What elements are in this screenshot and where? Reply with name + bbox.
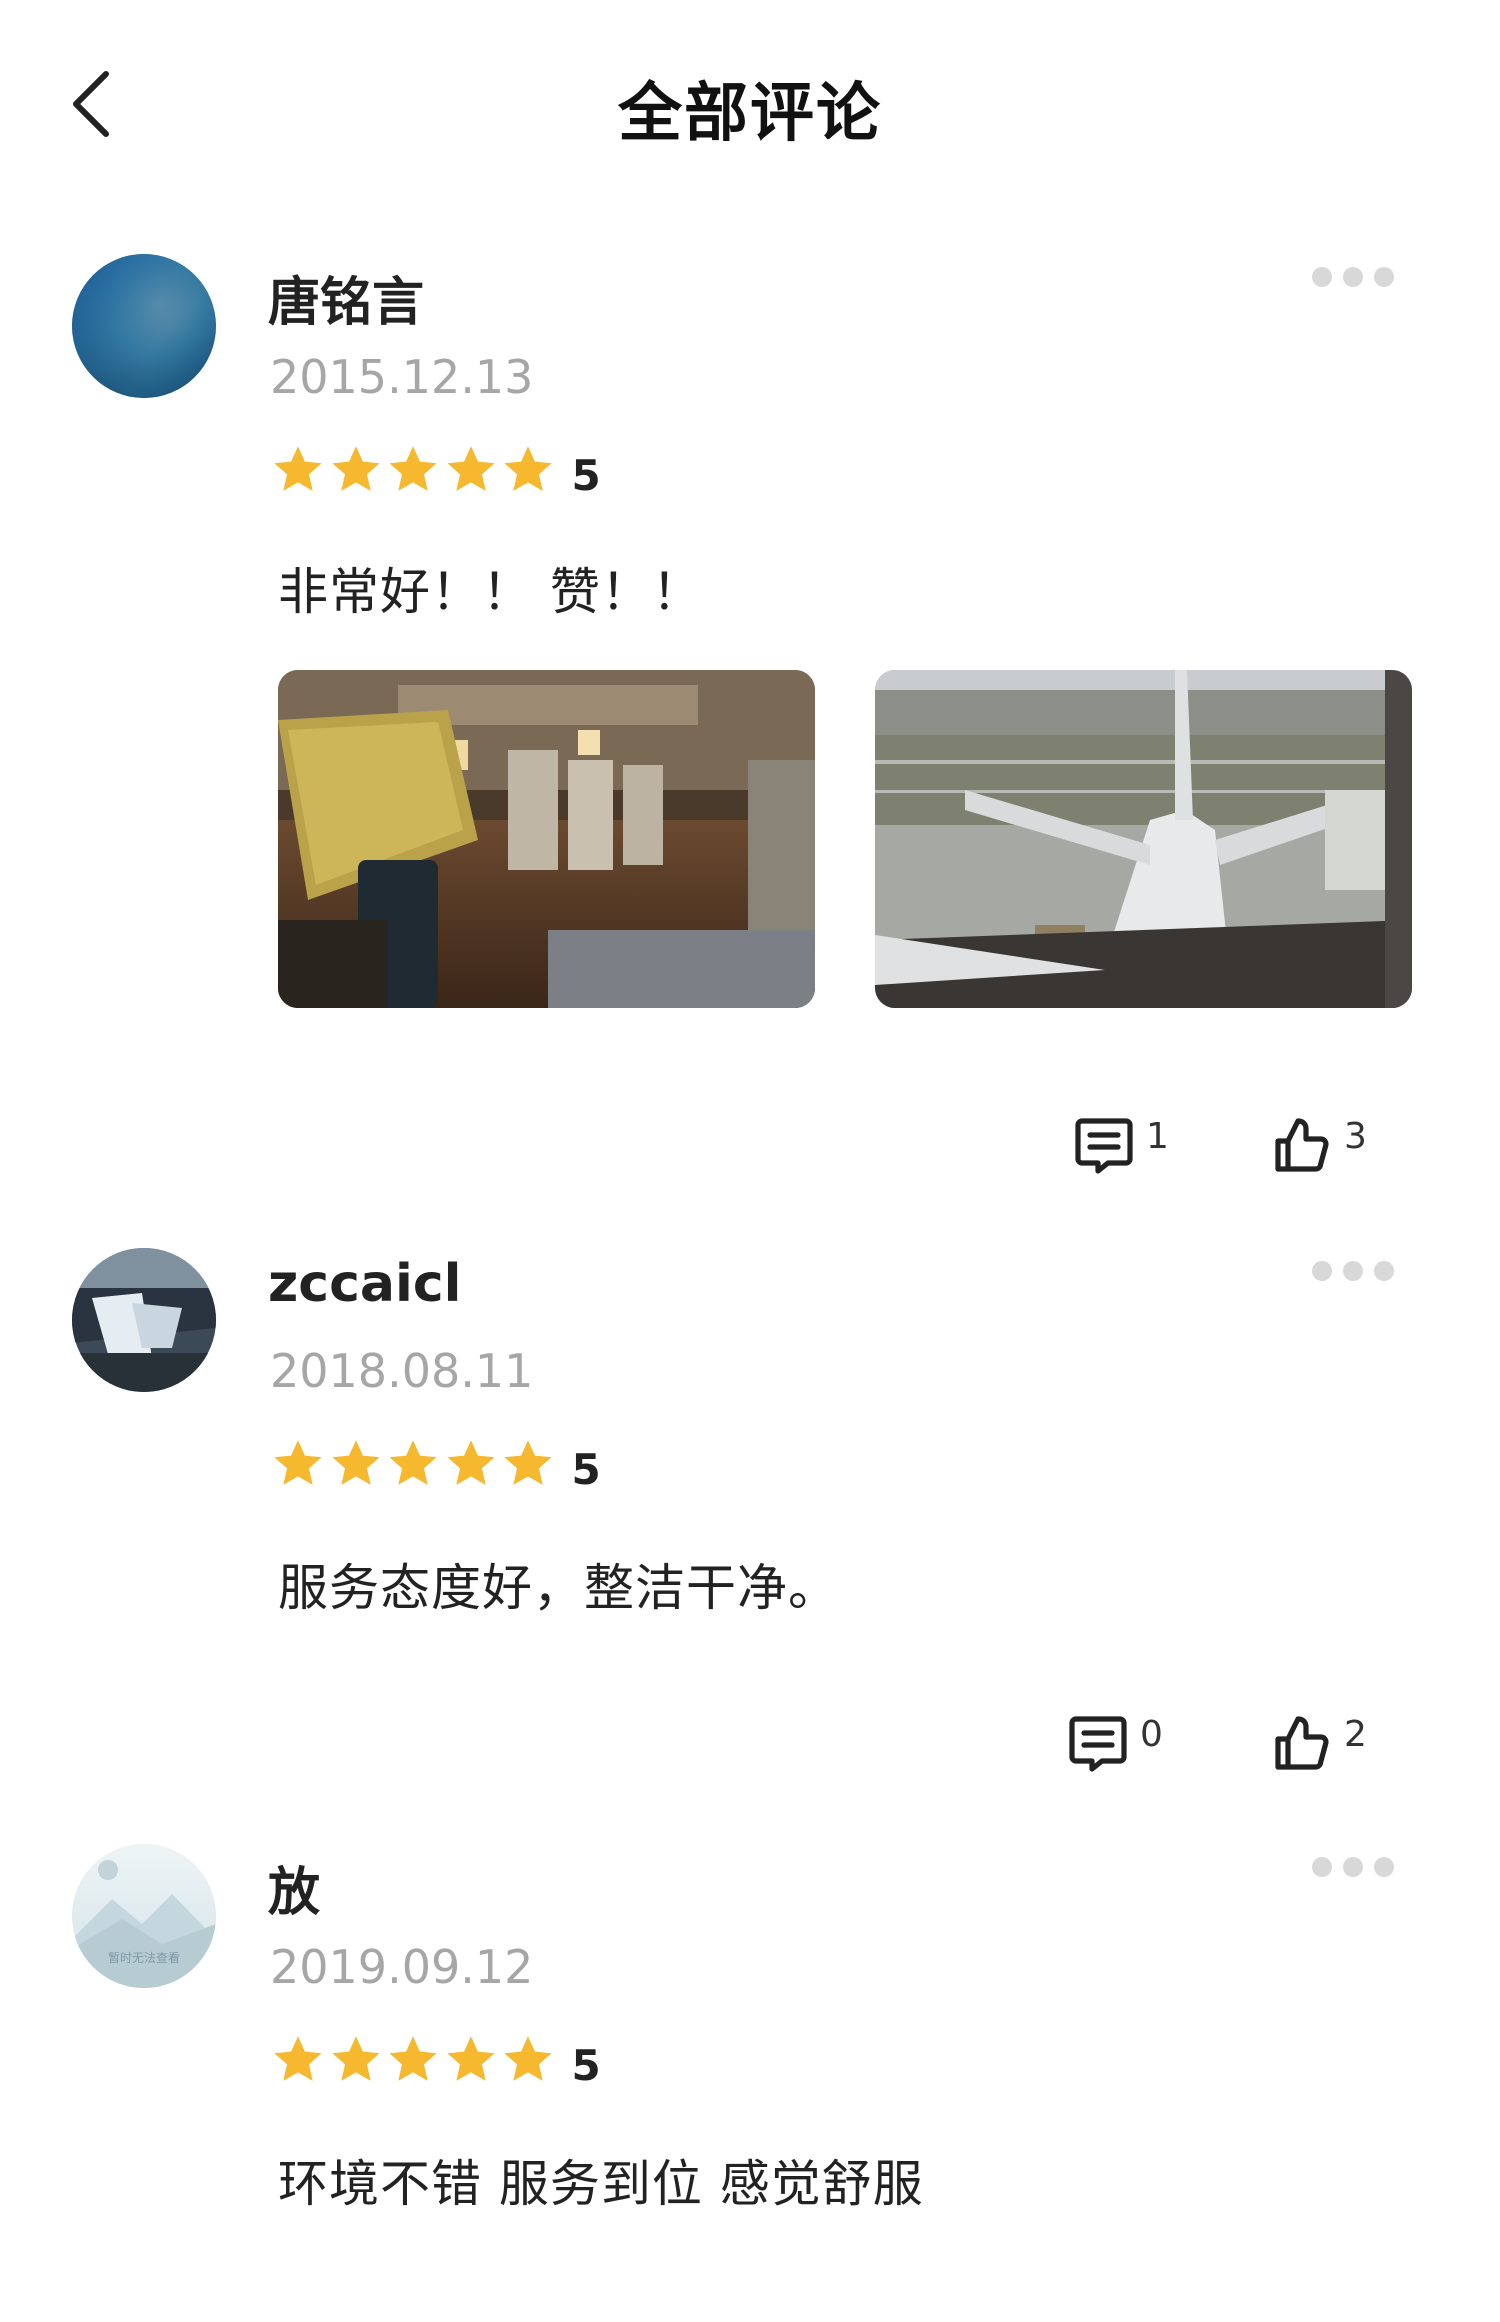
rating-score: 5	[571, 2040, 601, 2090]
thumbs-up-icon	[1270, 1711, 1334, 1775]
star-icon	[443, 442, 499, 498]
avatar-placeholder-text: 暂时无法查看	[108, 1951, 180, 1965]
review-date: 2015.12.13	[270, 350, 534, 404]
more-options-button[interactable]	[1312, 1258, 1394, 1284]
rating-stars: 5	[270, 2030, 601, 2090]
rating-stars: 5	[270, 440, 601, 500]
more-options-button[interactable]	[1312, 264, 1394, 290]
star-icon	[443, 1436, 499, 1492]
star-icon	[385, 2032, 441, 2088]
rating-stars: 5	[270, 1434, 601, 1494]
username[interactable]: zccaicl	[268, 1254, 461, 1314]
thumbs-up-icon	[1270, 1113, 1334, 1177]
review-photos	[278, 670, 1412, 1008]
star-icon	[500, 2032, 556, 2088]
review-item: 暂时无法查看 放 2019.09.12 5 环境不错 服务到位 感觉舒服	[0, 1844, 1500, 2284]
username[interactable]: 放	[268, 1850, 320, 1925]
comment-button[interactable]: 1	[1072, 1110, 1169, 1180]
lounge-interior-photo[interactable]	[278, 670, 815, 1008]
avatar[interactable]	[72, 1248, 216, 1392]
star-icon	[443, 2032, 499, 2088]
review-date: 2019.09.12	[270, 1940, 534, 1994]
star-icon	[500, 442, 556, 498]
more-dots-icon	[1312, 1261, 1332, 1281]
star-icon	[270, 442, 326, 498]
review-text: 非常好！！ 赞！！	[278, 563, 703, 621]
star-icon	[270, 1436, 326, 1492]
airplane-on-tarmac-photo[interactable]	[875, 670, 1412, 1008]
star-icon	[385, 442, 441, 498]
like-count: 3	[1344, 1115, 1367, 1157]
star-icon	[328, 2032, 384, 2088]
comment-count: 1	[1146, 1115, 1169, 1157]
like-count: 2	[1344, 1713, 1367, 1755]
rating-score: 5	[571, 1444, 601, 1494]
avatar[interactable]	[72, 254, 216, 398]
comment-icon	[1072, 1113, 1136, 1177]
more-dots-icon	[1312, 1857, 1332, 1877]
star-icon	[328, 442, 384, 498]
comment-icon	[1066, 1711, 1130, 1775]
star-icon	[328, 1436, 384, 1492]
star-icon	[500, 1436, 556, 1492]
more-dots-icon	[1312, 267, 1332, 287]
review-item: zccaicl 2018.08.11 5 服务态度好，整洁干净。 0 2	[0, 1248, 1500, 1768]
page-title: 全部评论	[618, 77, 882, 151]
review-date: 2018.08.11	[270, 1344, 534, 1398]
review-item: 唐铭言 2015.12.13 5 非常好！！ 赞！！ 1 3	[0, 254, 1500, 1194]
username[interactable]: 唐铭言	[268, 260, 424, 335]
star-icon	[270, 2032, 326, 2088]
like-button[interactable]: 3	[1270, 1110, 1367, 1180]
top-nav-bar: 全部评论	[0, 0, 1500, 210]
avatar[interactable]: 暂时无法查看	[72, 1844, 216, 1988]
rating-score: 5	[571, 450, 601, 500]
star-icon	[385, 1436, 441, 1492]
review-text: 环境不错 服务到位 感觉舒服	[278, 2155, 924, 2213]
review-text: 服务态度好，整洁干净。	[278, 1559, 839, 1617]
more-options-button[interactable]	[1312, 1854, 1394, 1880]
like-button[interactable]: 2	[1270, 1708, 1367, 1778]
comment-count: 0	[1140, 1713, 1163, 1755]
comment-button[interactable]: 0	[1066, 1708, 1163, 1778]
